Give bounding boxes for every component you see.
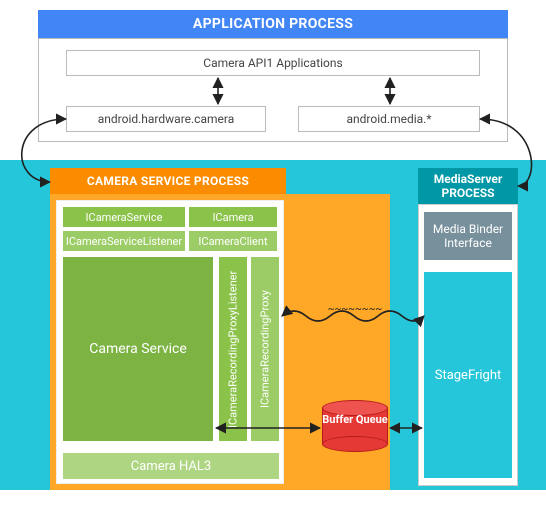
buffer-queue-label: Buffer Queue — [322, 414, 388, 426]
arrows-layer — [20, 10, 546, 514]
